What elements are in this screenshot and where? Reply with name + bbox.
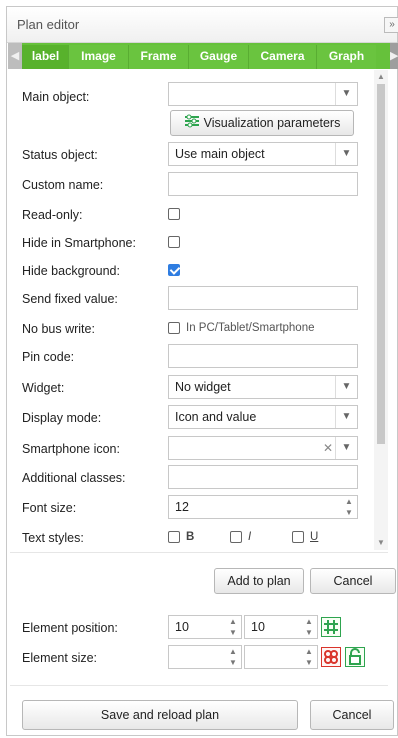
display-mode-label: Display mode: [22, 411, 102, 425]
divider [10, 552, 388, 553]
tab-label[interactable]: label [22, 45, 68, 69]
status-object-label: Status object: [22, 148, 98, 162]
italic-checkbox[interactable] [230, 531, 242, 543]
font-size-label: Font size: [22, 501, 77, 515]
divider [10, 685, 388, 686]
collapse-button[interactable]: » [384, 17, 398, 33]
size-height-stepper[interactable]: ▲ ▼ [244, 645, 318, 669]
hide-background-label: Hide background: [22, 264, 120, 278]
chevron-down-icon: ▼ [335, 437, 357, 459]
chevron-down-icon: ▼ [335, 406, 357, 428]
underline-label: U [310, 531, 319, 543]
clear-icon[interactable]: ✕ [321, 437, 335, 459]
footer-cancel-button[interactable]: Cancel [310, 700, 394, 730]
custom-name-input[interactable] [168, 172, 358, 196]
tab-gauge[interactable]: Gauge [188, 45, 248, 69]
position-x-value: 10 [175, 620, 189, 634]
status-object-value: Use main object [175, 147, 265, 161]
bold-checkbox[interactable] [168, 531, 180, 543]
grid-icon[interactable] [321, 617, 341, 637]
spin-arrows-icon[interactable]: ▲ ▼ [225, 646, 241, 670]
position-x-stepper[interactable]: 10 ▲ ▼ [168, 615, 242, 639]
size-width-stepper[interactable]: ▲ ▼ [168, 645, 242, 669]
font-size-stepper[interactable]: 12 ▲ ▼ [168, 495, 358, 519]
text-styles-label: Text styles: [22, 531, 84, 545]
tab-frame[interactable]: Frame [128, 45, 188, 69]
spin-arrows-icon[interactable]: ▲ ▼ [301, 616, 317, 640]
widget-value: No widget [175, 380, 231, 394]
tab-scroll-left-icon[interactable]: ◀ [8, 43, 22, 69]
display-mode-value: Icon and value [175, 410, 257, 424]
spin-arrows-icon[interactable]: ▲ ▼ [341, 496, 357, 520]
element-position-label: Element position: [22, 621, 118, 635]
bold-label: B [186, 531, 195, 543]
save-and-reload-button[interactable]: Save and reload plan [22, 700, 298, 730]
pin-code-input[interactable] [168, 344, 358, 368]
smartphone-icon-select[interactable]: ✕ ▼ [168, 436, 358, 460]
cancel-button[interactable]: Cancel [310, 568, 396, 594]
custom-name-label: Custom name: [22, 178, 104, 192]
add-to-plan-button[interactable]: Add to plan [214, 568, 304, 594]
position-y-stepper[interactable]: 10 ▲ ▼ [244, 615, 318, 639]
spin-arrows-icon[interactable]: ▲ ▼ [301, 646, 317, 670]
underline-checkbox[interactable] [292, 531, 304, 543]
send-fixed-value-input[interactable] [168, 286, 358, 310]
lock-aspect-icon[interactable] [345, 647, 365, 667]
scroll-thumb[interactable] [377, 84, 385, 444]
chevron-down-icon: ▼ [335, 376, 357, 398]
read-only-checkbox[interactable] [168, 208, 180, 220]
visualization-parameters-label: Visualization parameters [203, 116, 341, 130]
status-object-select[interactable]: Use main object ▼ [168, 142, 358, 166]
widget-label: Widget: [22, 381, 65, 395]
main-object-label: Main object: [22, 90, 90, 104]
tab-graph[interactable]: Graph [316, 45, 376, 69]
reset-size-icon[interactable] [321, 647, 341, 667]
pin-code-label: Pin code: [22, 350, 75, 364]
display-mode-select[interactable]: Icon and value ▼ [168, 405, 358, 429]
spin-arrows-icon[interactable]: ▲ ▼ [225, 616, 241, 640]
no-bus-write-label: No bus write: [22, 322, 95, 336]
italic-label: I [248, 531, 252, 543]
element-size-label: Element size: [22, 651, 98, 665]
tab-camera[interactable]: Camera [248, 45, 316, 69]
scroll-up-icon[interactable]: ▲ [376, 72, 386, 82]
tab-image[interactable]: Image [68, 45, 128, 69]
send-fixed-value-label: Send fixed value: [22, 292, 118, 306]
position-y-value: 10 [251, 620, 265, 634]
no-bus-write-note: In PC/Tablet/Smartphone [186, 322, 315, 334]
read-only-label: Read-only: [22, 208, 83, 222]
no-bus-write-checkbox[interactable] [168, 322, 180, 334]
additional-classes-label: Additional classes: [22, 471, 126, 485]
hide-background-checkbox[interactable] [168, 264, 180, 276]
chevron-down-icon: ▼ [335, 83, 357, 105]
tab-scroll-right-icon[interactable]: ▶ [390, 43, 398, 69]
chevron-down-icon: ▼ [335, 143, 357, 165]
smartphone-icon-label: Smartphone icon: [22, 442, 120, 456]
sliders-icon [184, 112, 200, 136]
additional-classes-input[interactable] [168, 465, 358, 489]
font-size-value: 12 [175, 500, 189, 514]
scroll-down-icon[interactable]: ▼ [376, 538, 386, 548]
visualization-parameters-button[interactable]: Visualization parameters [170, 110, 354, 136]
content-scrollbar[interactable]: ▲ ▼ [374, 70, 388, 550]
hide-smartphone-checkbox[interactable] [168, 236, 180, 248]
tab-bar: ◀ label Image Frame Gauge Camera Graph ▶ [8, 43, 398, 69]
panel-title: Plan editor [17, 17, 80, 32]
widget-select[interactable]: No widget ▼ [168, 375, 358, 399]
main-object-select[interactable]: ▼ [168, 82, 358, 106]
hide-smartphone-label: Hide in Smartphone: [22, 236, 136, 250]
titlebar: Plan editor » [7, 7, 398, 43]
